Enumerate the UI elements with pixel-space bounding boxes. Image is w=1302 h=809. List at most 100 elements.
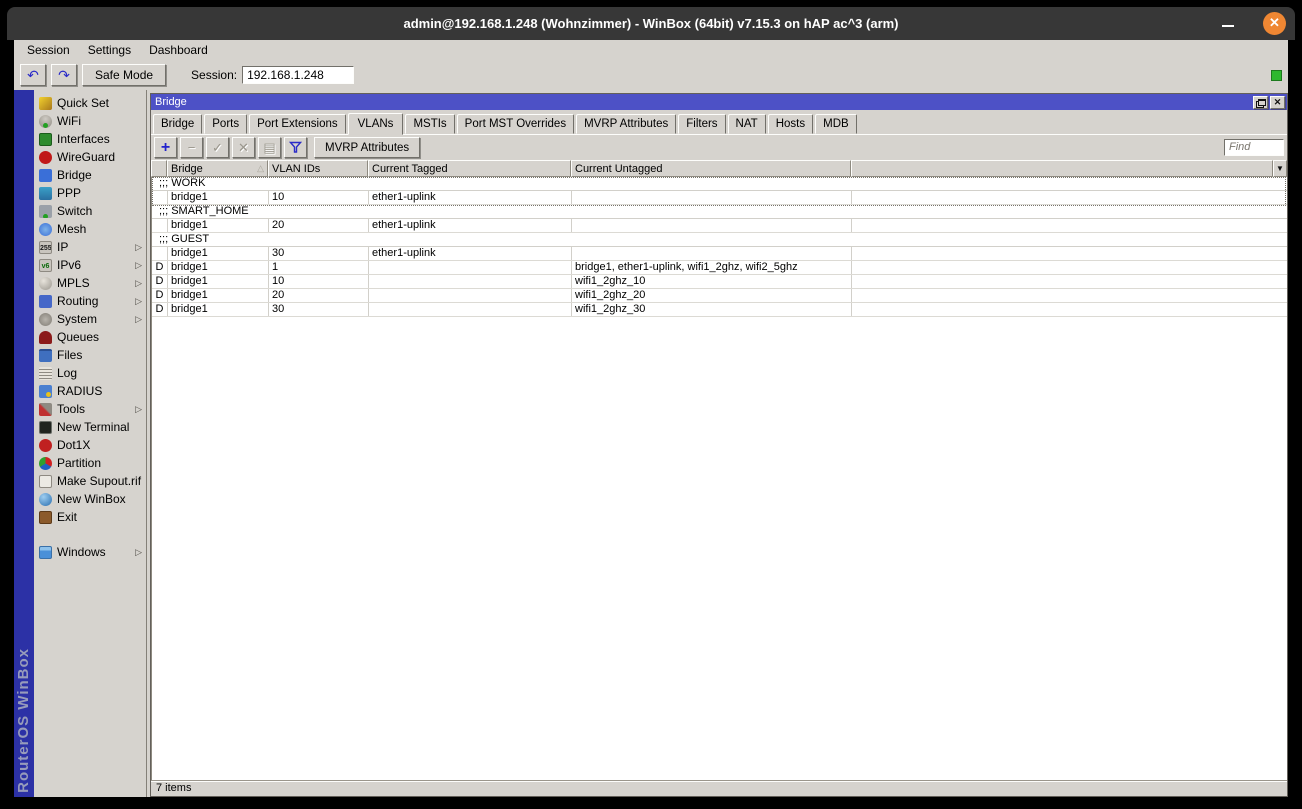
- table-row[interactable]: bridge1 30 ether1-uplink: [152, 247, 1287, 261]
- tab-mdb[interactable]: MDB: [815, 114, 857, 134]
- column-header-flags[interactable]: [151, 160, 167, 177]
- cell-current-tagged: [369, 275, 572, 288]
- column-select-button[interactable]: ▼: [1273, 160, 1287, 177]
- column-header-vlan-ids[interactable]: VLAN IDs: [268, 160, 368, 177]
- table-row[interactable]: Dbridge1 30 wifi1_2ghz_30: [152, 303, 1287, 317]
- tab-nat[interactable]: NAT: [727, 114, 766, 134]
- mesh-icon: [39, 222, 52, 236]
- sidebar-item-new-terminal[interactable]: New Terminal: [34, 418, 146, 436]
- add-button[interactable]: +: [154, 137, 177, 158]
- cell-bridge: bridge1: [168, 219, 269, 232]
- tab-mstis[interactable]: MSTIs: [405, 114, 455, 134]
- sidebar-item-switch[interactable]: Switch: [34, 202, 146, 220]
- column-header-current-tagged[interactable]: Current Tagged: [368, 160, 571, 177]
- sidebar-item-label: Tools: [57, 402, 86, 416]
- column-header-current-untagged[interactable]: Current Untagged: [571, 160, 851, 177]
- cell-current-untagged: wifi1_2ghz_10: [572, 275, 852, 288]
- sidebar-item-windows[interactable]: Windows ▷: [34, 543, 146, 561]
- sidebar-item-system[interactable]: System ▷: [34, 310, 146, 328]
- comment-button[interactable]: ▤: [258, 137, 281, 158]
- comment-text: ;;; SMART_HOME: [159, 205, 249, 217]
- sidebar-item-wifi[interactable]: WiFi: [34, 112, 146, 130]
- table-row[interactable]: bridge1 10 ether1-uplink: [152, 191, 1287, 205]
- disable-button[interactable]: ✕: [232, 137, 255, 158]
- sidebar-item-interfaces[interactable]: Interfaces: [34, 130, 146, 148]
- dot1x-icon: [39, 438, 52, 452]
- os-titlebar[interactable]: admin@192.168.1.248 (Wohnzimmer) - WinBo…: [7, 7, 1295, 40]
- tab-ports[interactable]: Ports: [204, 114, 248, 134]
- main-toolbar: ↶ ↷ Safe Mode Session: 192.168.1.248: [14, 60, 1288, 90]
- comment-row[interactable]: ;;; SMART_HOME: [152, 205, 1287, 219]
- cell-filler: [852, 275, 1287, 288]
- remove-icon: −: [187, 140, 196, 155]
- filter-button[interactable]: [284, 137, 307, 158]
- tab-vlans[interactable]: VLANs: [347, 113, 404, 135]
- ppp-icon: [39, 186, 52, 200]
- cell-flags: [152, 219, 168, 232]
- restore-button[interactable]: [1253, 95, 1268, 109]
- sidebar-item-tools[interactable]: Tools ▷: [34, 400, 146, 418]
- sidebar-item-mesh[interactable]: Mesh: [34, 220, 146, 238]
- tab-bridge[interactable]: Bridge: [153, 114, 203, 134]
- sidebar-item-log[interactable]: Log: [34, 364, 146, 382]
- cell-flags: D: [152, 261, 168, 274]
- sidebar-item-quick-set[interactable]: Quick Set: [34, 94, 146, 112]
- close-button[interactable]: ✕: [1263, 12, 1286, 35]
- tab-hosts[interactable]: Hosts: [767, 114, 814, 134]
- table-row[interactable]: Dbridge1 1 bridge1, ether1-uplink, wifi1_2…: [152, 261, 1287, 275]
- sidebar-item-ipv6[interactable]: v6 IPv6 ▷: [34, 256, 146, 274]
- undo-button[interactable]: ↶: [20, 64, 46, 86]
- cell-filler: [852, 247, 1287, 260]
- redo-button[interactable]: ↷: [51, 64, 77, 86]
- column-header-filler: [851, 160, 1273, 177]
- find-input[interactable]: Find: [1224, 139, 1284, 156]
- cell-bridge: bridge1: [168, 303, 269, 316]
- window-close-button[interactable]: ✕: [1270, 95, 1285, 109]
- tab-port-extensions[interactable]: Port Extensions: [249, 114, 346, 134]
- undo-icon: ↶: [27, 66, 39, 83]
- tab-mvrp-attributes[interactable]: MVRP Attributes: [576, 114, 677, 134]
- tab-filters[interactable]: Filters: [678, 114, 726, 134]
- session-input[interactable]: 192.168.1.248: [242, 66, 355, 84]
- menu-session[interactable]: Session: [18, 41, 79, 59]
- cell-current-untagged: [572, 247, 852, 260]
- menu-dashboard[interactable]: Dashboard: [140, 41, 217, 59]
- sidebar-item-dot1x[interactable]: Dot1X: [34, 436, 146, 454]
- sidebar-item-wireguard[interactable]: WireGuard: [34, 148, 146, 166]
- safe-mode-button[interactable]: Safe Mode: [82, 64, 167, 86]
- sidebar-item-label: Windows: [57, 545, 106, 559]
- mvrp-attributes-button[interactable]: MVRP Attributes: [314, 137, 421, 158]
- cell-vlan-ids: 10: [269, 191, 369, 204]
- comment-row[interactable]: ;;; GUEST: [152, 233, 1287, 247]
- menu-settings[interactable]: Settings: [79, 41, 140, 59]
- sidebar-item-mpls[interactable]: MPLS ▷: [34, 274, 146, 292]
- sidebar-item-make-supout-rif[interactable]: Make Supout.rif: [34, 472, 146, 490]
- table-row[interactable]: bridge1 20 ether1-uplink: [152, 219, 1287, 233]
- sidebar-items: Quick Set WiFi Interfaces WireGuard Bridge PP…: [34, 94, 146, 561]
- column-header-bridge[interactable]: Bridge △: [167, 160, 268, 177]
- table-row[interactable]: Dbridge1 10 wifi1_2ghz_10: [152, 275, 1287, 289]
- sidebar-item-ip[interactable]: 255 IP ▷: [34, 238, 146, 256]
- sidebar-item-label: Queues: [57, 330, 100, 344]
- comment-row[interactable]: ;;; WORK: [152, 177, 1287, 191]
- cell-current-untagged: [572, 191, 852, 204]
- cell-flags: [152, 191, 168, 204]
- remove-button[interactable]: −: [180, 137, 203, 158]
- cell-current-tagged: [369, 303, 572, 316]
- table-row[interactable]: Dbridge1 20 wifi1_2ghz_20: [152, 289, 1287, 303]
- bridge-window-titlebar[interactable]: Bridge ✕: [151, 94, 1287, 110]
- cell-filler: [852, 289, 1287, 302]
- enable-button[interactable]: ✓: [206, 137, 229, 158]
- sidebar-item-routing[interactable]: Routing ▷: [34, 292, 146, 310]
- sidebar-item-exit[interactable]: Exit: [34, 508, 146, 526]
- sidebar-item-queues[interactable]: Queues: [34, 328, 146, 346]
- cell-flags: [152, 247, 168, 260]
- sidebar-item-partition[interactable]: Partition: [34, 454, 146, 472]
- sidebar-item-bridge[interactable]: Bridge: [34, 166, 146, 184]
- sidebar-item-files[interactable]: Files: [34, 346, 146, 364]
- sidebar-item-new-winbox[interactable]: New WinBox: [34, 490, 146, 508]
- sidebar-item-ppp[interactable]: PPP: [34, 184, 146, 202]
- tab-port-mst-overrides[interactable]: Port MST Overrides: [456, 114, 575, 134]
- minimize-button[interactable]: [1213, 7, 1243, 40]
- sidebar-item-radius[interactable]: RADIUS: [34, 382, 146, 400]
